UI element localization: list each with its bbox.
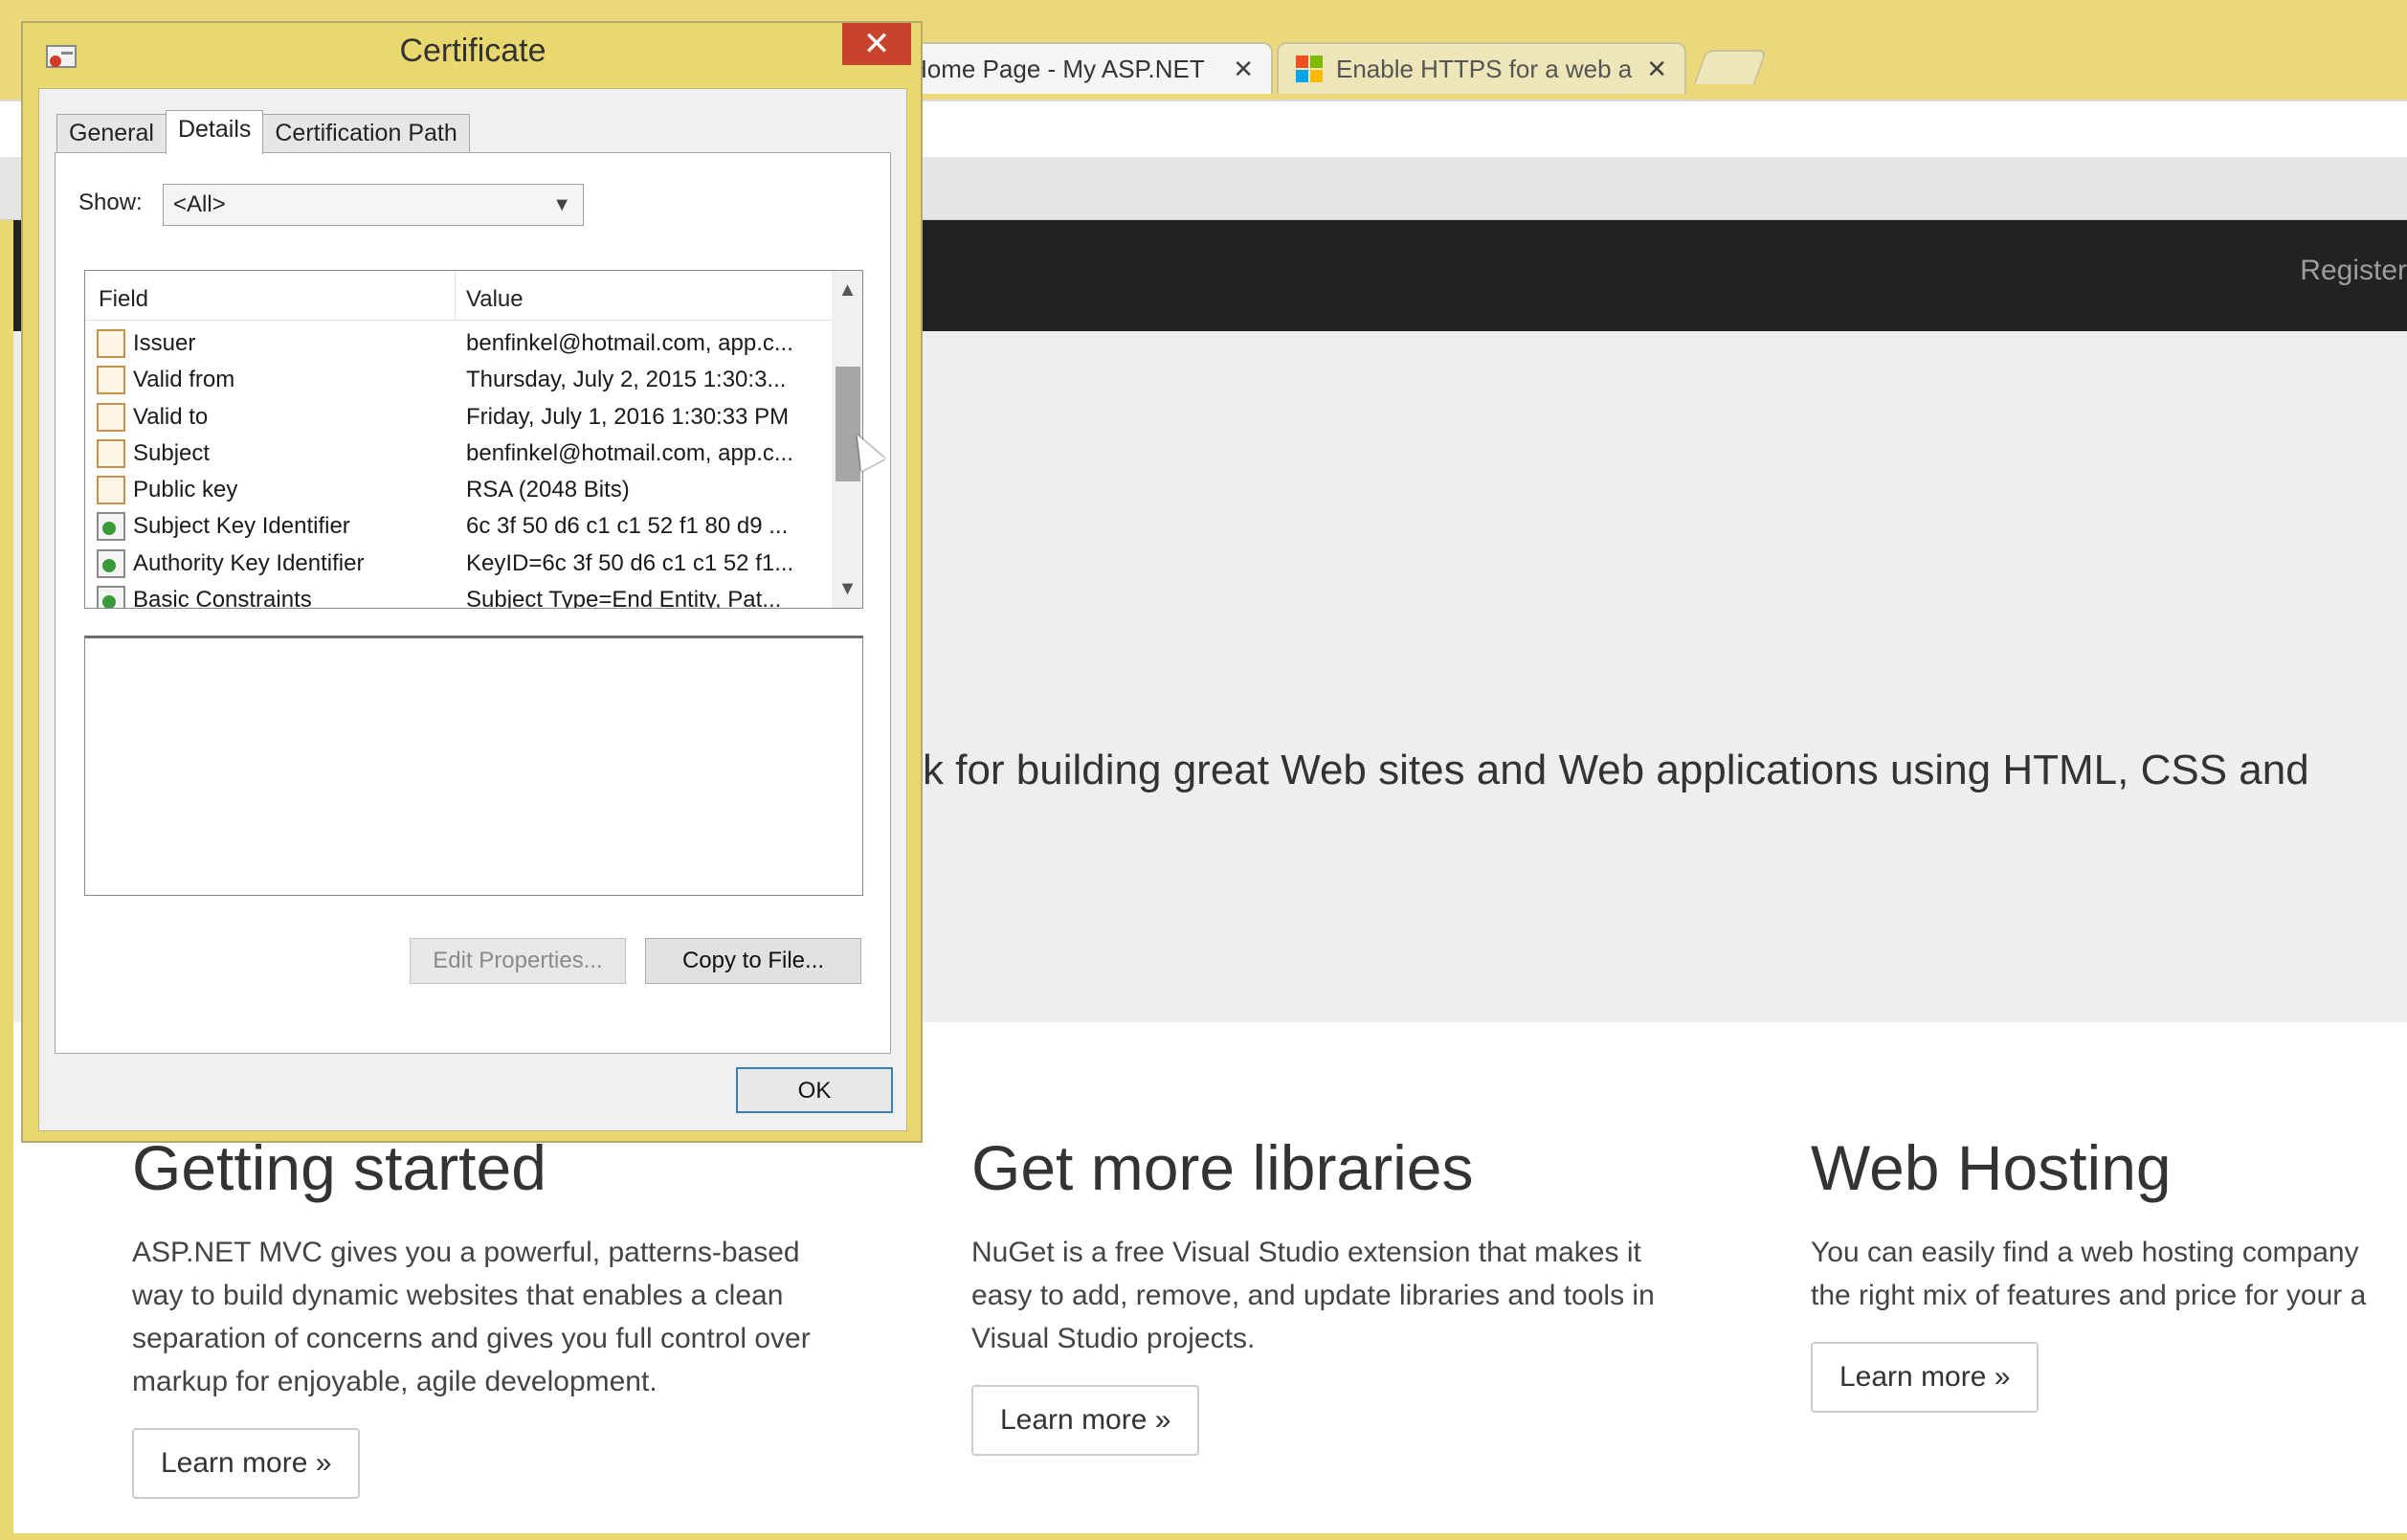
list-item[interactable]: Valid to Friday, July 1, 2016 1:30:33 PM — [85, 398, 832, 435]
scroll-down-icon[interactable]: ▼ — [832, 573, 862, 604]
tab-home-page[interactable]: Home Page - My ASP.NET ✕ — [890, 42, 1273, 94]
certificate-fields-list[interactable]: Field Value Issuer benfinkel@hotmail.com,… — [84, 270, 863, 609]
certificate-field-icon — [97, 476, 125, 505]
section-text: NuGet is a free Visual Studio extension … — [971, 1237, 1655, 1354]
copy-to-file-button[interactable]: Copy to File... — [645, 938, 861, 984]
section-text: ASP.NET MVC gives you a powerful, patter… — [132, 1237, 811, 1397]
getting-started-section: Getting started ASP.NET MVC gives you a … — [132, 1131, 888, 1499]
section-text: You can easily find a web hosting compan… — [1811, 1237, 2367, 1311]
extension-icon — [97, 512, 125, 542]
list-item[interactable]: Basic Constraints Subject Type=End Entity… — [85, 581, 832, 608]
list-item[interactable]: Issuer benfinkel@hotmail.com, app.c... — [85, 324, 832, 361]
register-link[interactable]: Register — [2300, 255, 2407, 287]
list-item[interactable]: Valid from Thursday, July 2, 2015 1:30:3.… — [85, 361, 832, 397]
certificate-field-icon — [97, 366, 125, 395]
chevron-down-icon: ▼ — [552, 194, 571, 215]
column-header-value[interactable]: Value — [466, 286, 524, 313]
learn-more-button[interactable]: Learn more » — [132, 1428, 361, 1499]
close-dialog-button[interactable]: ✕ — [842, 23, 911, 65]
section-heading: Get more libraries — [971, 1132, 1474, 1203]
field-detail-box[interactable] — [84, 636, 863, 896]
section-heading: Web Hosting — [1811, 1132, 2172, 1203]
close-tab-icon[interactable]: ✕ — [1219, 55, 1254, 84]
microsoft-logo-icon — [1296, 56, 1323, 82]
dialog-body: General Details Certification Path Show:… — [38, 88, 907, 1131]
column-divider[interactable] — [455, 271, 456, 321]
learn-more-button[interactable]: Learn more » — [971, 1385, 1200, 1456]
certificate-field-icon — [97, 438, 125, 468]
show-label: Show: — [78, 190, 143, 215]
dialog-title: Certificate — [399, 33, 546, 69]
list-header: Field Value — [85, 271, 832, 321]
dialog-tabs: General Details Certification Path — [56, 110, 470, 154]
list-rows: Issuer benfinkel@hotmail.com, app.c... Va… — [85, 324, 832, 608]
tab-title: Home Page - My ASP.NET — [909, 54, 1205, 83]
web-hosting-section: Web Hosting You can easily find a web ho… — [1811, 1131, 2407, 1413]
close-tab-icon[interactable]: ✕ — [1633, 55, 1667, 84]
new-tab-button[interactable] — [1693, 50, 1768, 84]
jumbotron-lead: k for building great Web sites and Web a… — [923, 747, 2309, 793]
tab-title: Enable HTTPS for a web app — [1336, 54, 1634, 83]
scroll-up-icon[interactable]: ▲ — [832, 275, 862, 305]
extension-icon — [97, 586, 125, 608]
extension-icon — [97, 548, 125, 578]
learn-more-button[interactable]: Learn more » — [1811, 1342, 2039, 1413]
tab-certification-path[interactable]: Certification Path — [262, 114, 470, 152]
details-panel: Show: <All> ▼ Field Value Issuer benfinke… — [55, 152, 891, 1054]
list-item[interactable]: Public key RSA (2048 Bits) — [85, 471, 832, 507]
list-item[interactable]: Authority Key Identifier KeyID=6c 3f 50 d… — [85, 545, 832, 581]
ok-button[interactable]: OK — [736, 1067, 893, 1113]
certificate-dialog: Certificate ✕ General Details Certificat… — [21, 21, 923, 1143]
certificate-field-icon — [97, 329, 125, 358]
certificate-field-icon — [97, 402, 125, 432]
show-dropdown[interactable]: <All> ▼ — [163, 184, 584, 226]
get-more-libraries-section: Get more libraries NuGet is a free Visua… — [971, 1131, 1727, 1456]
list-item[interactable]: Subject Key Identifier 6c 3f 50 d6 c1 c1 … — [85, 507, 832, 544]
list-item[interactable]: Subject benfinkel@hotmail.com, app.c... — [85, 435, 832, 471]
tab-enable-https[interactable]: Enable HTTPS for a web app ✕ — [1277, 42, 1686, 94]
tab-general[interactable]: General — [56, 114, 167, 152]
show-dropdown-value: <All> — [173, 191, 226, 217]
tab-details[interactable]: Details — [165, 110, 264, 154]
edit-properties-button[interactable]: Edit Properties... — [410, 938, 626, 984]
column-header-field[interactable]: Field — [99, 286, 148, 313]
scrollbar-thumb[interactable] — [836, 367, 860, 481]
